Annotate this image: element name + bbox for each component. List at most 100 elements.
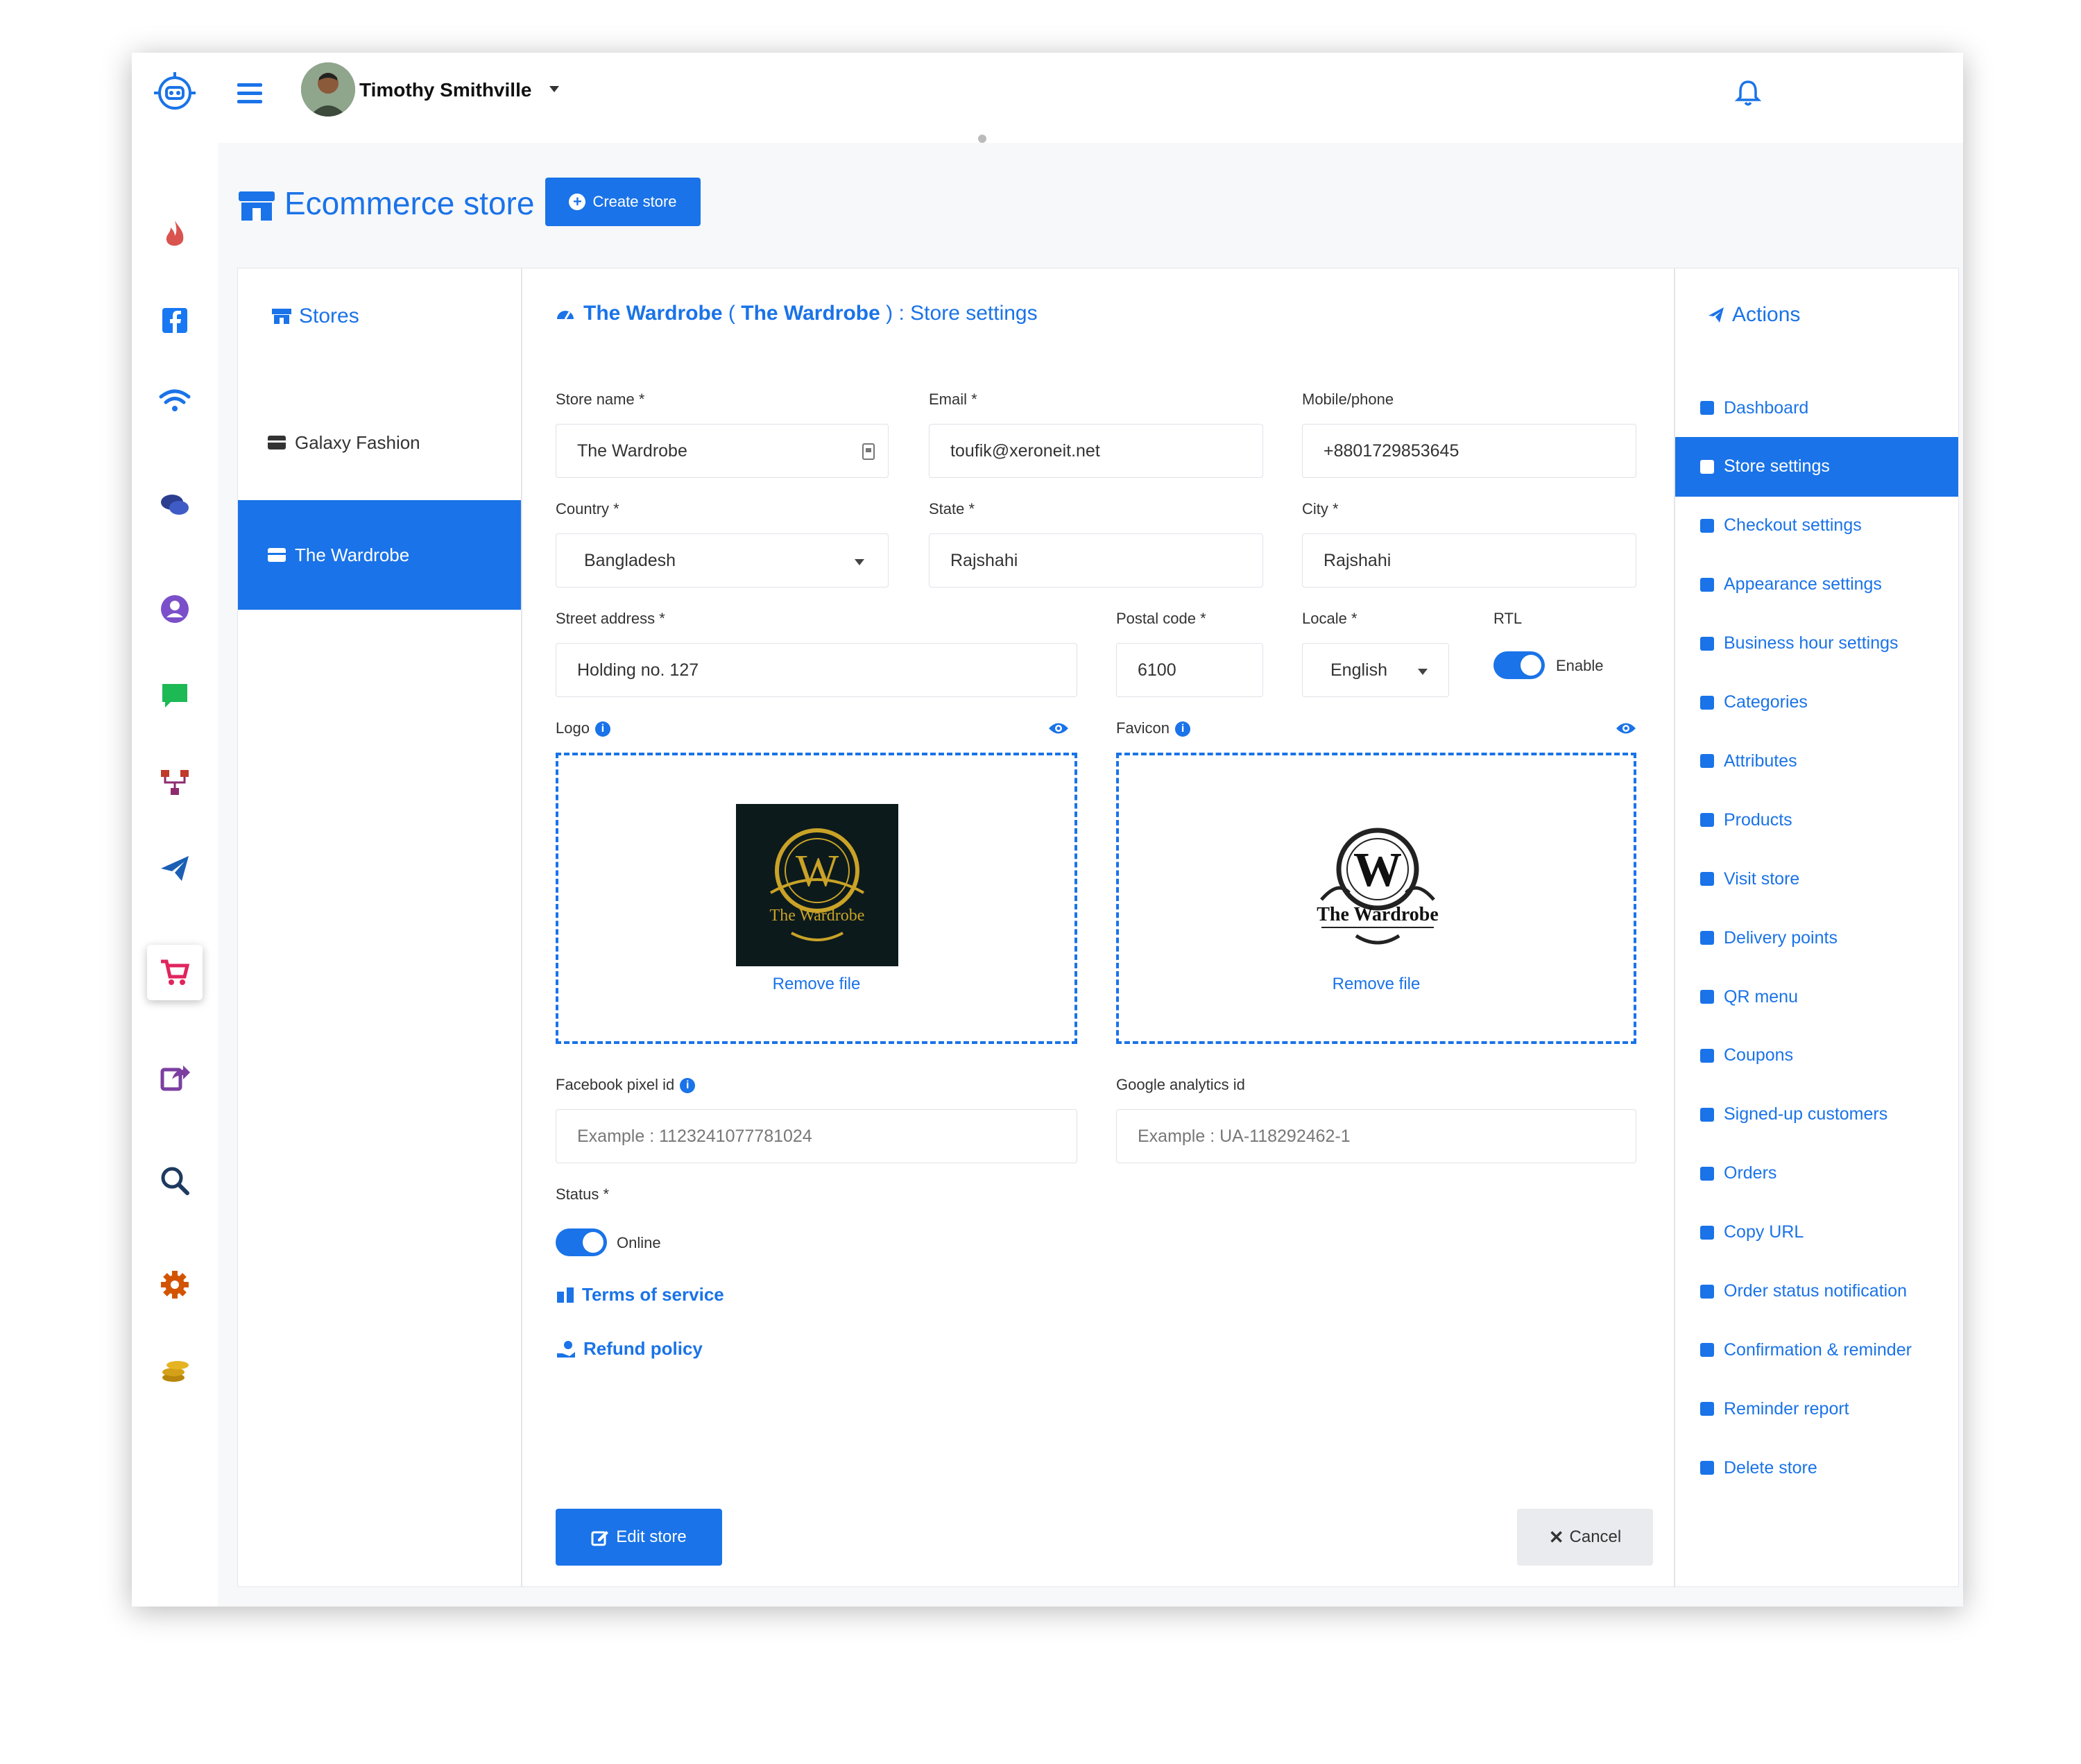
action-copy-url[interactable]: Copy URL	[1675, 1203, 1958, 1262]
rail-search[interactable]	[147, 1153, 203, 1208]
action-reminder-report[interactable]: Reminder report	[1675, 1379, 1958, 1439]
chevron-down-icon	[855, 559, 864, 565]
action-signed-up-customers[interactable]: Signed-up customers	[1675, 1085, 1958, 1145]
action-visit-store[interactable]: Visit store	[1675, 849, 1958, 909]
action-coupons[interactable]: Coupons	[1675, 1026, 1958, 1086]
dashboard-icon	[1700, 401, 1714, 415]
fire-icon	[166, 221, 184, 246]
search-icon	[161, 1167, 189, 1195]
cancel-button[interactable]: ✕ Cancel	[1517, 1509, 1653, 1566]
action-dashboard[interactable]: Dashboard	[1675, 378, 1958, 438]
create-store-button[interactable]: + Create store	[545, 178, 701, 226]
action-delete-store[interactable]: Delete store	[1675, 1438, 1958, 1498]
rail-share[interactable]	[147, 1049, 203, 1104]
user-name[interactable]: Timothy Smithville	[359, 79, 531, 101]
email-label: Email *	[929, 391, 977, 408]
bell-icon[interactable]	[1733, 78, 1763, 108]
rail-send[interactable]	[147, 841, 203, 896]
country-select[interactable]: Bangladesh	[556, 533, 889, 588]
rail-wifi[interactable]	[147, 373, 203, 429]
cart-icon	[1700, 1166, 1714, 1181]
robot-logo-icon[interactable]	[153, 71, 197, 115]
copy-icon	[1700, 1225, 1714, 1240]
action-appearance-settings[interactable]: Appearance settings	[1675, 555, 1958, 615]
rail-settings[interactable]	[147, 1257, 203, 1312]
eye-icon	[1700, 1402, 1714, 1416]
rail-user[interactable]	[147, 581, 203, 637]
city-label: City *	[1302, 500, 1339, 517]
store-icon	[268, 548, 286, 562]
favicon-dropzone[interactable]: W The Wardrobe Remove file	[1116, 753, 1636, 1044]
status-toggle[interactable]	[556, 1228, 607, 1256]
street-label: Street address *	[556, 610, 665, 627]
wardrobe-logo-image: W The Wardrobe	[770, 828, 864, 941]
action-delivery-points[interactable]: Delivery points	[1675, 908, 1958, 968]
rtl-label: RTL	[1493, 610, 1523, 627]
terms-link[interactable]: Terms of service	[556, 1284, 724, 1305]
edit-store-button[interactable]: Edit store	[556, 1509, 722, 1566]
refund-link[interactable]: Refund policy	[556, 1338, 703, 1360]
action-order-status-notification[interactable]: Order status notification	[1675, 1262, 1958, 1321]
info-icon: i	[1175, 721, 1191, 737]
remove-logo-link[interactable]: Remove file	[558, 975, 1074, 994]
fb-pixel-label: Facebook pixel id i	[556, 1076, 696, 1094]
locale-select[interactable]: English	[1302, 643, 1449, 697]
rail-cart[interactable]	[147, 945, 203, 1000]
id-card-icon	[862, 443, 875, 460]
eye-icon[interactable]	[1616, 721, 1636, 736]
actions-heading: Actions	[1707, 303, 1800, 327]
ga-input[interactable]: Example : UA-118292462-1	[1116, 1109, 1636, 1163]
menu-toggle-icon[interactable]	[237, 83, 262, 104]
postal-label: Postal code *	[1116, 610, 1206, 627]
locale-label: Locale *	[1302, 610, 1358, 627]
favicon-preview: W The Wardrobe	[1296, 811, 1459, 964]
action-checkout-settings[interactable]: Checkout settings	[1675, 496, 1958, 556]
store-item-galaxy-fashion[interactable]: Galaxy Fashion	[238, 388, 521, 497]
rail-chat[interactable]	[147, 477, 203, 533]
store-settings-panel: The Wardrobe ( The Wardrobe ) : Store se…	[522, 268, 1675, 1587]
palette-icon	[1700, 577, 1714, 592]
remove-favicon-link[interactable]: Remove file	[1119, 975, 1634, 994]
action-confirmation-reminder[interactable]: Confirmation & reminder	[1675, 1320, 1958, 1380]
action-qr-menu[interactable]: QR menu	[1675, 967, 1958, 1027]
rail-message[interactable]	[147, 667, 203, 723]
action-categories[interactable]: Categories	[1675, 673, 1958, 733]
rtl-toggle[interactable]	[1493, 651, 1545, 679]
stores-heading: Stores	[271, 305, 359, 328]
qrcode-icon	[1700, 990, 1714, 1004]
state-input[interactable]: Rajshahi	[929, 533, 1263, 588]
email-input[interactable]: toufik@xeroneit.net	[929, 424, 1263, 478]
settings-heading: The Wardrobe ( The Wardrobe ) : Store se…	[556, 302, 1038, 325]
rail-fire[interactable]	[147, 207, 203, 262]
store-icon	[268, 436, 286, 449]
paper-plane-icon	[161, 856, 189, 881]
action-business-hour-settings[interactable]: Business hour settings	[1675, 614, 1958, 674]
rail-facebook[interactable]	[147, 293, 203, 348]
store-name-input[interactable]: The Wardrobe	[556, 424, 889, 478]
action-products[interactable]: Products	[1675, 790, 1958, 850]
store-item-the-wardrobe[interactable]: The Wardrobe	[238, 500, 521, 610]
rail-sitemap[interactable]	[147, 755, 203, 810]
user-circle-icon	[161, 595, 189, 623]
boxes-icon	[1700, 813, 1714, 828]
action-store-settings[interactable]: Store settings	[1675, 436, 1958, 497]
action-orders[interactable]: Orders	[1675, 1144, 1958, 1204]
ticket-icon	[1700, 1048, 1714, 1063]
eye-icon[interactable]	[1048, 721, 1069, 736]
postal-input[interactable]: 6100	[1116, 643, 1263, 697]
logo-dropzone[interactable]: W The Wardrobe Remove file	[556, 753, 1077, 1044]
top-bar: Timothy Smithville	[218, 53, 1963, 143]
drag-dot	[978, 135, 986, 143]
chevron-down-icon[interactable]	[549, 86, 559, 92]
plus-circle-icon: +	[569, 194, 586, 210]
rail-coins[interactable]	[147, 1343, 203, 1398]
avatar[interactable]	[301, 62, 355, 117]
city-input[interactable]: Rajshahi	[1302, 533, 1636, 588]
action-attributes[interactable]: Attributes	[1675, 731, 1958, 791]
street-input[interactable]: Holding no. 127	[556, 643, 1077, 697]
actions-panel: Actions Dashboard Store settings Checkout …	[1675, 268, 1959, 1587]
fb-pixel-input[interactable]: Example : 1123241077781024	[556, 1109, 1077, 1163]
state-label: State *	[929, 500, 975, 517]
mobile-input[interactable]: +8801729853645	[1302, 424, 1636, 478]
edit-icon	[591, 1531, 609, 1546]
